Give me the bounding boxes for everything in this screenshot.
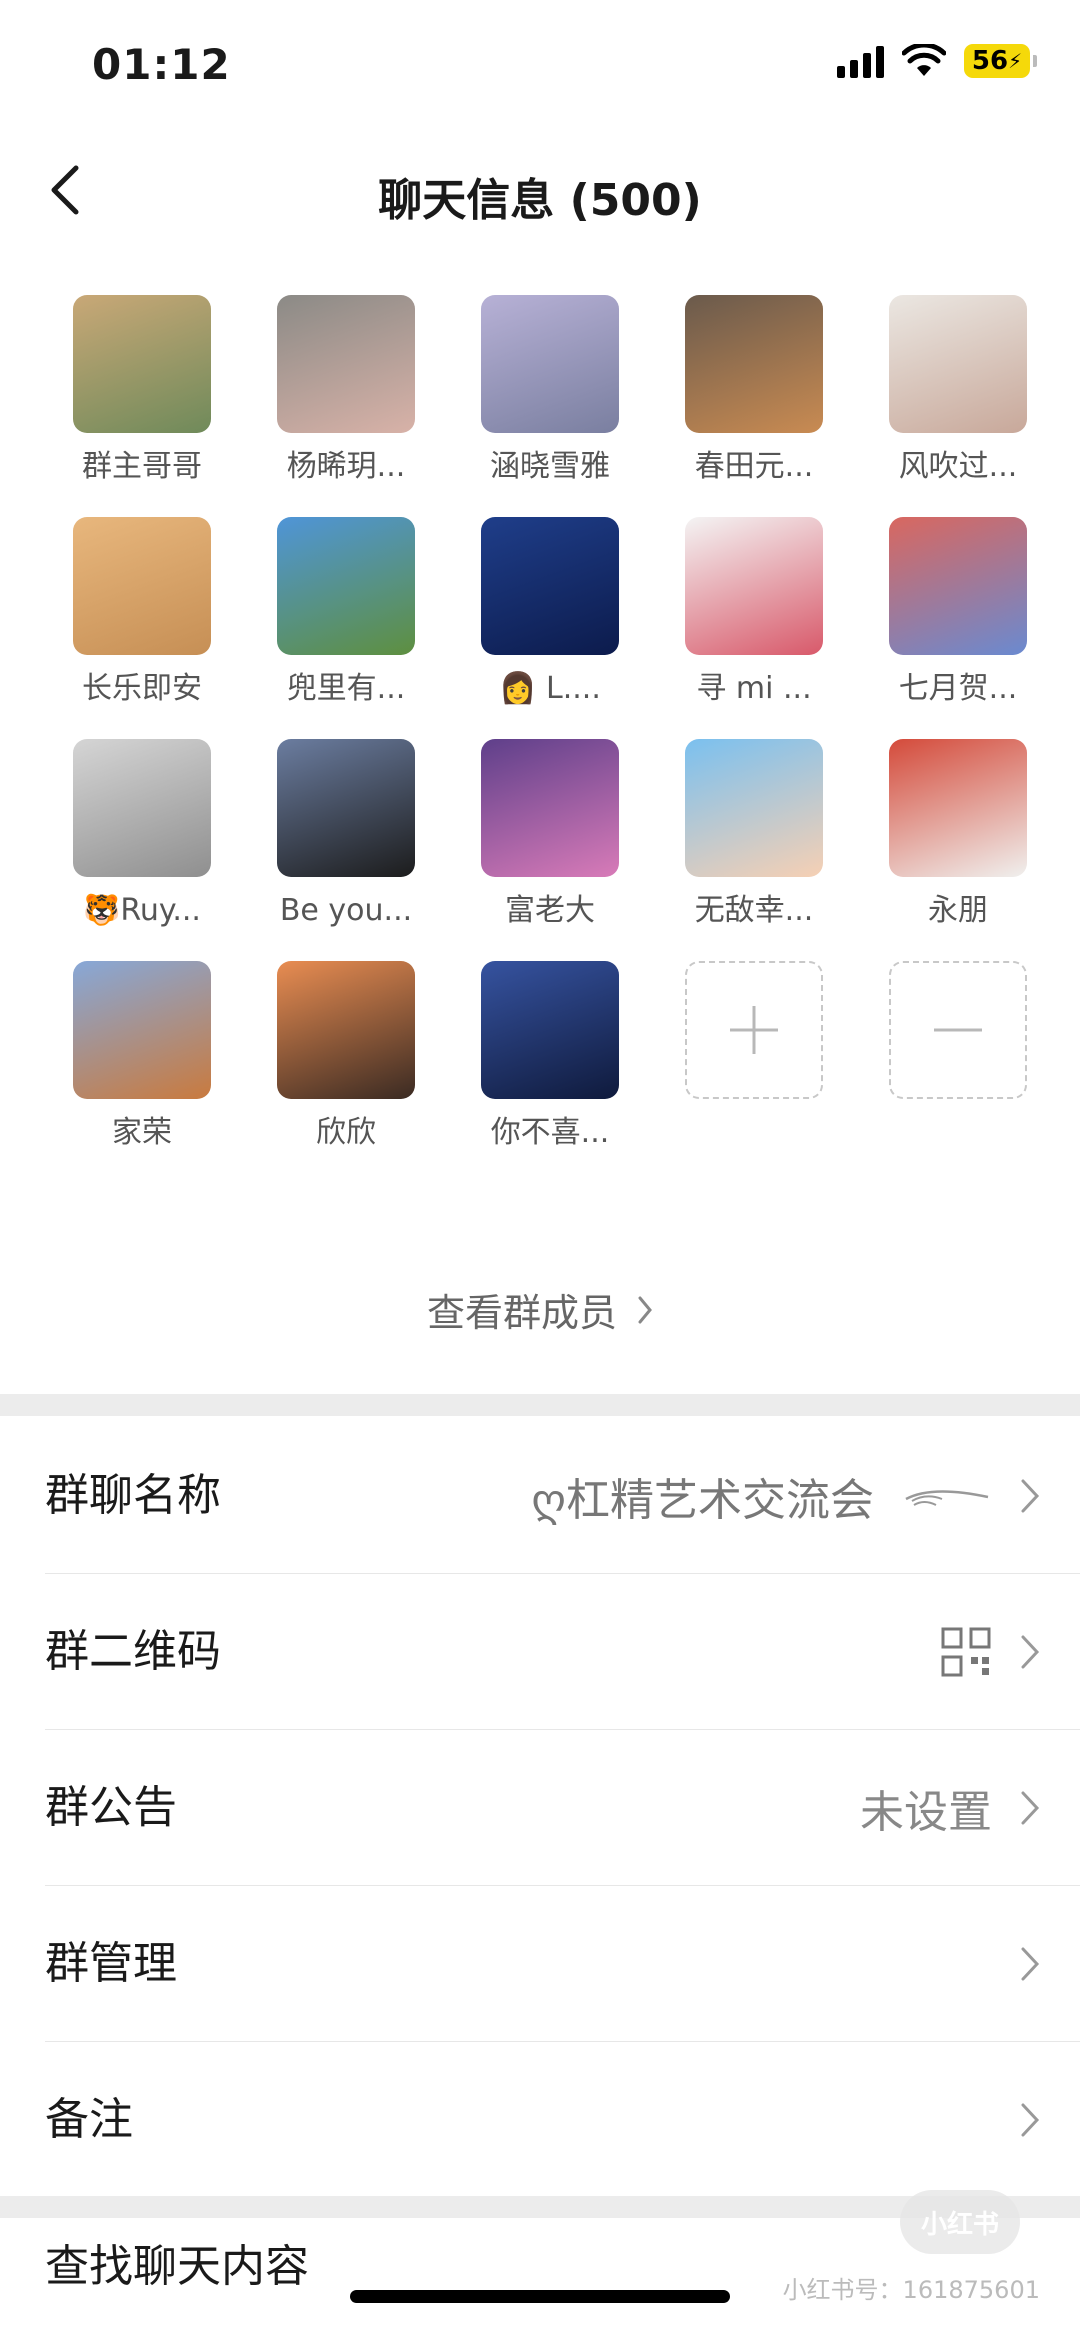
member-name: 春田元...	[694, 449, 814, 484]
battery-level: 56	[971, 46, 1009, 76]
chevron-right-icon	[638, 1296, 652, 1323]
member-item[interactable]: 寻 mi ...	[652, 517, 856, 709]
member-item[interactable]: 涵晓雪雅	[448, 295, 652, 487]
member-avatar	[277, 517, 415, 655]
member-avatar	[73, 517, 211, 655]
remove-member-button[interactable]	[856, 961, 1060, 1153]
page-title: 聊天信息 (500)	[378, 175, 702, 226]
member-name: Be you...	[279, 893, 413, 928]
member-name: 长乐即安	[82, 671, 202, 706]
member-item[interactable]: 长乐即安	[40, 517, 244, 709]
member-avatar	[73, 961, 211, 1099]
member-item[interactable]: 你不喜...	[448, 961, 652, 1153]
settings-list: 群聊名称 ღ杠精艺术交流会 群二维码 群公告 未设置 群管理 备注	[0, 1418, 1080, 2197]
member-name: 你不喜...	[490, 1115, 610, 1150]
announcement-value: 未设置	[860, 1786, 992, 1838]
member-item[interactable]: 🐯Ruy...	[40, 739, 244, 931]
chevron-right-icon	[1021, 1947, 1040, 1980]
member-item[interactable]: 春田元...	[652, 295, 856, 487]
status-time: 01:12	[92, 40, 231, 89]
member-item[interactable]: 风吹过...	[856, 295, 1060, 487]
member-item[interactable]: 永朋	[856, 739, 1060, 931]
group-manage-label: 群管理	[45, 1938, 177, 1989]
member-item[interactable]: 👩 L....	[448, 517, 652, 709]
member-item[interactable]: 家荣	[40, 961, 244, 1153]
member-avatar	[685, 517, 823, 655]
member-avatar	[481, 517, 619, 655]
chevron-right-icon	[1021, 1479, 1040, 1512]
member-avatar	[889, 739, 1027, 877]
member-avatar	[277, 961, 415, 1099]
member-avatar	[685, 739, 823, 877]
member-avatar	[889, 517, 1027, 655]
view-members-link[interactable]: 查看群成员	[0, 1282, 1080, 1337]
chevron-right-icon	[1021, 2103, 1040, 2136]
member-avatar	[277, 295, 415, 433]
qr-code-label: 群二维码	[45, 1626, 221, 1677]
member-name: 永朋	[928, 893, 988, 928]
add-member-button[interactable]	[652, 961, 856, 1153]
wifi-icon	[902, 44, 946, 76]
member-item[interactable]: Be you...	[244, 739, 448, 931]
member-avatar	[889, 295, 1027, 433]
member-item[interactable]: 欣欣	[244, 961, 448, 1153]
remark-label: 备注	[45, 2094, 133, 2145]
view-members-label: 查看群成员	[426, 1291, 617, 1335]
qr-code-icon	[941, 1627, 991, 1676]
member-name: 兜里有...	[286, 671, 406, 706]
wing-decoration-icon	[905, 1489, 989, 1506]
search-history-row[interactable]: 查找聊天内容	[45, 2230, 309, 2294]
watermark-text: 小红书号：161875601	[782, 2276, 1040, 2304]
minus-icon	[889, 961, 1027, 1099]
member-avatar	[73, 295, 211, 433]
member-item[interactable]: 群主哥哥	[40, 295, 244, 487]
group-name-label: 群聊名称	[45, 1470, 221, 1521]
member-name: 🐯Ruy...	[83, 893, 201, 928]
status-bar: 01:12 56 ⚡	[0, 0, 1080, 130]
member-name: 富老大	[505, 893, 595, 928]
member-name: 欣欣	[316, 1115, 376, 1150]
battery-icon: 56 ⚡	[964, 44, 1037, 78]
member-name: 风吹过...	[898, 449, 1018, 484]
member-name: 寻 mi ...	[696, 671, 812, 706]
member-name: 涵晓雪雅	[490, 449, 610, 484]
group-manage-row[interactable]: 群管理	[45, 1886, 1080, 2042]
member-name: 杨晞玥...	[286, 449, 406, 484]
member-name: 👩 L....	[499, 671, 601, 706]
watermark-logo: 小红书	[900, 2190, 1020, 2254]
home-indicator[interactable]	[350, 2290, 730, 2303]
member-item[interactable]: 杨晞玥...	[244, 295, 448, 487]
announcement-label: 群公告	[45, 1782, 177, 1833]
member-avatar	[73, 739, 211, 877]
group-name-row[interactable]: 群聊名称 ღ杠精艺术交流会	[45, 1418, 1080, 1574]
plus-icon	[685, 961, 823, 1099]
member-name: 七月贺...	[898, 671, 1018, 706]
member-avatar	[481, 961, 619, 1099]
member-avatar	[481, 295, 619, 433]
member-name: 群主哥哥	[82, 449, 202, 484]
chevron-right-icon	[1021, 1791, 1040, 1824]
member-item[interactable]: 兜里有...	[244, 517, 448, 709]
group-name-value: ღ杠精艺术交流会	[531, 1474, 874, 1526]
member-avatar	[481, 739, 619, 877]
chevron-right-icon	[1021, 1635, 1040, 1668]
member-avatar	[277, 739, 415, 877]
member-grid: 群主哥哥 杨晞玥... 涵晓雪雅 春田元... 风吹过... 长乐即安 兜里有.…	[40, 295, 1060, 1153]
member-item[interactable]: 无敌幸...	[652, 739, 856, 931]
cellular-signal-icon	[837, 44, 884, 78]
announcement-row[interactable]: 群公告 未设置	[45, 1730, 1080, 1886]
member-avatar	[685, 295, 823, 433]
status-icons: 56 ⚡	[837, 44, 1037, 78]
member-name: 家荣	[112, 1115, 172, 1150]
member-name: 无敌幸...	[694, 893, 814, 928]
member-item[interactable]: 七月贺...	[856, 517, 1060, 709]
remark-row[interactable]: 备注	[45, 2042, 1080, 2197]
qr-code-row[interactable]: 群二维码	[45, 1574, 1080, 1730]
section-divider	[0, 1394, 1080, 1416]
nav-bar: 聊天信息 (500)	[0, 130, 1080, 250]
member-item[interactable]: 富老大	[448, 739, 652, 931]
